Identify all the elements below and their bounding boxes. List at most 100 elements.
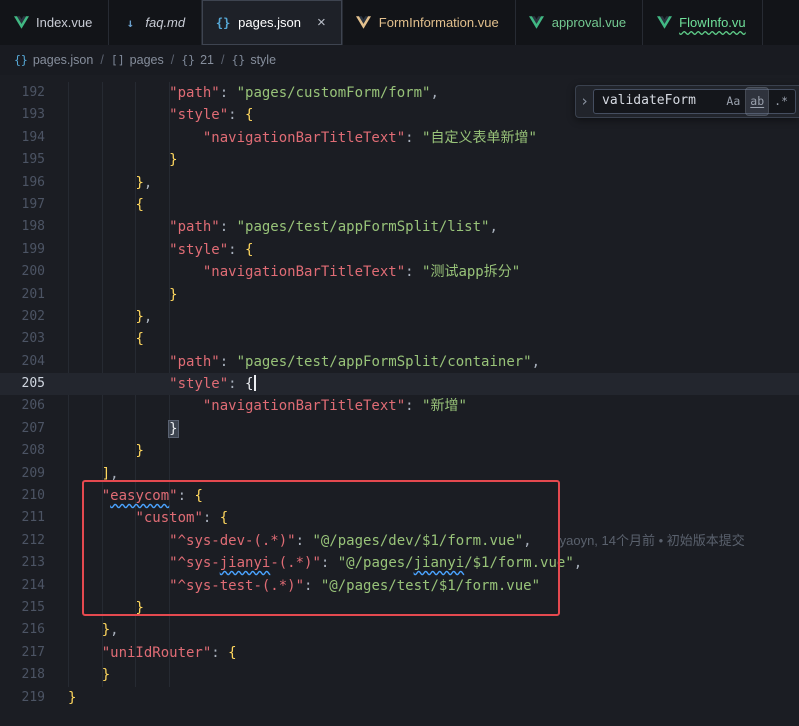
- tab-bar: Index.vue↓faq.md{}pages.json×FormInforma…: [0, 0, 799, 45]
- code-line[interactable]: 203 {: [0, 328, 799, 350]
- line-number[interactable]: 209: [0, 463, 68, 485]
- code-line[interactable]: 194 "navigationBarTitleText": "自定义表单新增": [0, 127, 799, 149]
- breadcrumb-item-style[interactable]: {} style: [231, 53, 276, 67]
- breadcrumb-item-file[interactable]: {} pages.json: [14, 53, 93, 67]
- breadcrumb-item-21[interactable]: {} 21: [181, 53, 214, 67]
- code-token: "@/pages/dev/$1/form.vue": [312, 533, 523, 549]
- breadcrumb-separator: /: [100, 53, 103, 67]
- line-number[interactable]: 215: [0, 597, 68, 619]
- code-token: "uniIdRouter": [102, 645, 212, 661]
- find-widget[interactable]: › validateForm Aa ab .*: [575, 85, 799, 118]
- close-icon[interactable]: ×: [317, 15, 326, 30]
- code-text: }: [68, 687, 799, 709]
- code-token: "自定义表单新增": [422, 130, 537, 146]
- code-line[interactable]: 217 "uniIdRouter": {: [0, 642, 799, 664]
- line-number[interactable]: 217: [0, 642, 68, 664]
- code-token: "navigationBarTitleText": [203, 398, 405, 414]
- code-text: "^sys-dev-(.*)": "@/pages/dev/$1/form.vu…: [68, 530, 799, 552]
- code-line[interactable]: 198 "path": "pages/test/appFormSplit/lis…: [0, 216, 799, 238]
- code-line[interactable]: 210 "easycom": {: [0, 485, 799, 507]
- line-number[interactable]: 211: [0, 507, 68, 529]
- code-line[interactable]: 213 "^sys-jianyi-(.*)": "@/pages/jianyi/…: [0, 552, 799, 574]
- code-line[interactable]: 215 }: [0, 597, 799, 619]
- editor[interactable]: 192 "path": "pages/customForm/form",193 …: [0, 75, 799, 726]
- code-line[interactable]: 207 }: [0, 418, 799, 440]
- line-number[interactable]: 205: [0, 373, 68, 395]
- code-line[interactable]: 208 }: [0, 440, 799, 462]
- code-token: "pages/customForm/form": [237, 85, 431, 101]
- code-text: "path": "pages/test/appFormSplit/list",: [68, 216, 799, 238]
- code-line[interactable]: 200 "navigationBarTitleText": "测试app拆分": [0, 261, 799, 283]
- match-case-icon[interactable]: Aa: [722, 88, 744, 114]
- tab-forminformation-vue[interactable]: FormInformation.vue: [343, 0, 516, 45]
- tab-pages-json[interactable]: {}pages.json×: [202, 0, 343, 45]
- code-token: /$1/form.vue": [464, 555, 574, 571]
- code-line[interactable]: 218 }: [0, 664, 799, 686]
- find-input[interactable]: validateForm Aa ab .*: [593, 89, 796, 114]
- line-number[interactable]: 210: [0, 485, 68, 507]
- line-number[interactable]: 193: [0, 104, 68, 126]
- code-line[interactable]: 206 "navigationBarTitleText": "新增": [0, 395, 799, 417]
- code-token: "测试app拆分": [422, 264, 520, 280]
- code-line[interactable]: 202 },: [0, 306, 799, 328]
- code-line[interactable]: 216 },: [0, 619, 799, 641]
- code-text: }: [68, 284, 799, 306]
- find-collapse-chevron[interactable]: ›: [576, 90, 593, 112]
- code-token: :: [405, 130, 422, 146]
- line-number[interactable]: 195: [0, 149, 68, 171]
- code-token: :: [220, 219, 237, 235]
- line-number[interactable]: 202: [0, 306, 68, 328]
- code-line[interactable]: 197 {: [0, 194, 799, 216]
- code-token: :: [296, 533, 313, 549]
- line-number[interactable]: 214: [0, 575, 68, 597]
- breadcrumb-label: pages.json: [33, 53, 93, 67]
- code-token: :: [405, 264, 422, 280]
- code-token: "^sys-: [169, 555, 220, 571]
- code-line[interactable]: 195 }: [0, 149, 799, 171]
- line-number[interactable]: 213: [0, 552, 68, 574]
- line-number[interactable]: 198: [0, 216, 68, 238]
- code-token: {: [135, 331, 143, 347]
- line-number[interactable]: 197: [0, 194, 68, 216]
- line-number[interactable]: 216: [0, 619, 68, 641]
- line-number[interactable]: 208: [0, 440, 68, 462]
- tab-faq-md[interactable]: ↓faq.md: [109, 0, 202, 45]
- line-number[interactable]: 207: [0, 418, 68, 440]
- code-text: }: [68, 664, 799, 686]
- tab-flowinfo-vu[interactable]: FlowInfo.vu: [643, 0, 762, 45]
- code-token: :: [304, 578, 321, 594]
- code-line[interactable]: 209 ],: [0, 463, 799, 485]
- breadcrumb-separator: /: [221, 53, 224, 67]
- line-number[interactable]: 201: [0, 284, 68, 306]
- code-line[interactable]: 214 "^sys-test-(.*)": "@/pages/test/$1/f…: [0, 575, 799, 597]
- line-number[interactable]: 200: [0, 261, 68, 283]
- line-number[interactable]: 218: [0, 664, 68, 686]
- code-line[interactable]: 205 "style": {: [0, 373, 799, 395]
- code-line[interactable]: 196 },: [0, 172, 799, 194]
- tab-approval-vue[interactable]: approval.vue: [516, 0, 643, 45]
- line-number[interactable]: 192: [0, 82, 68, 104]
- line-number[interactable]: 219: [0, 687, 68, 709]
- line-number[interactable]: 206: [0, 395, 68, 417]
- code-token: "path": [169, 219, 220, 235]
- line-number[interactable]: 203: [0, 328, 68, 350]
- code-token: easycom: [110, 488, 169, 504]
- code-line[interactable]: 201 }: [0, 284, 799, 306]
- code-line[interactable]: 199 "style": {: [0, 239, 799, 261]
- line-number[interactable]: 196: [0, 172, 68, 194]
- regex-icon[interactable]: .*: [770, 88, 792, 114]
- tab-index-vue[interactable]: Index.vue: [0, 0, 109, 45]
- line-number[interactable]: 212: [0, 530, 68, 552]
- code-line[interactable]: 204 "path": "pages/test/appFormSplit/con…: [0, 351, 799, 373]
- code-line[interactable]: 212 "^sys-dev-(.*)": "@/pages/dev/$1/for…: [0, 530, 799, 552]
- code-line[interactable]: 211 "custom": {: [0, 507, 799, 529]
- code-token: "^sys-dev-(.*)": [169, 533, 295, 549]
- tab-label: FlowInfo.vu: [679, 15, 745, 30]
- line-number[interactable]: 199: [0, 239, 68, 261]
- line-number[interactable]: 194: [0, 127, 68, 149]
- whole-word-icon[interactable]: ab: [746, 88, 768, 114]
- line-number[interactable]: 204: [0, 351, 68, 373]
- code-token: {: [245, 107, 253, 123]
- breadcrumb-item-pages[interactable]: [] pages: [111, 53, 164, 67]
- code-line[interactable]: 219}: [0, 687, 799, 709]
